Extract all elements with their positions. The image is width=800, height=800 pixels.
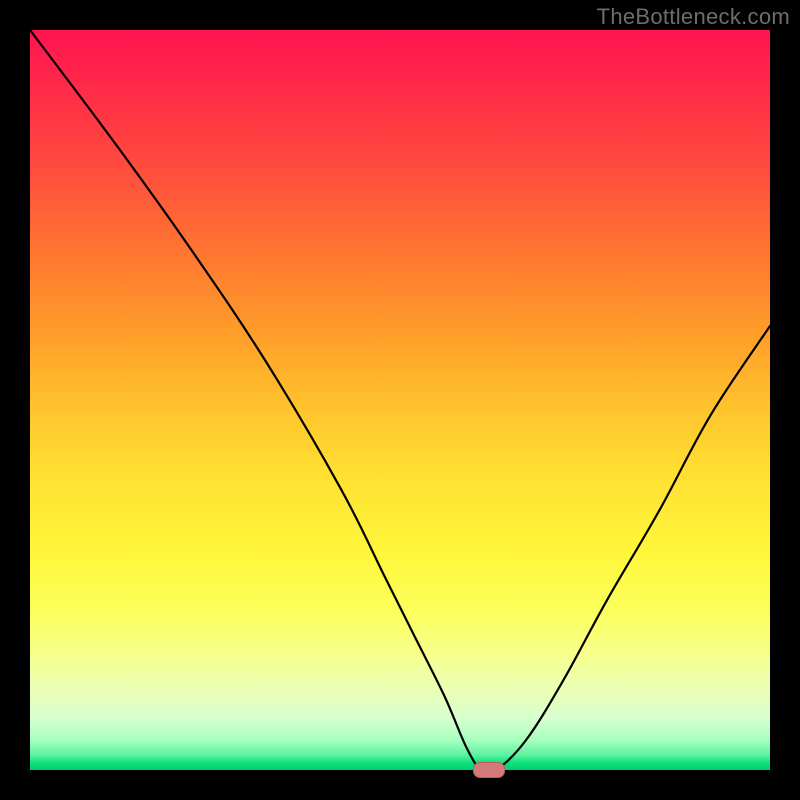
chart-frame: TheBottleneck.com bbox=[0, 0, 800, 800]
bottleneck-curve bbox=[30, 30, 770, 770]
operating-point-marker bbox=[473, 762, 505, 778]
watermark-text: TheBottleneck.com bbox=[597, 4, 790, 30]
plot-area bbox=[30, 30, 770, 770]
